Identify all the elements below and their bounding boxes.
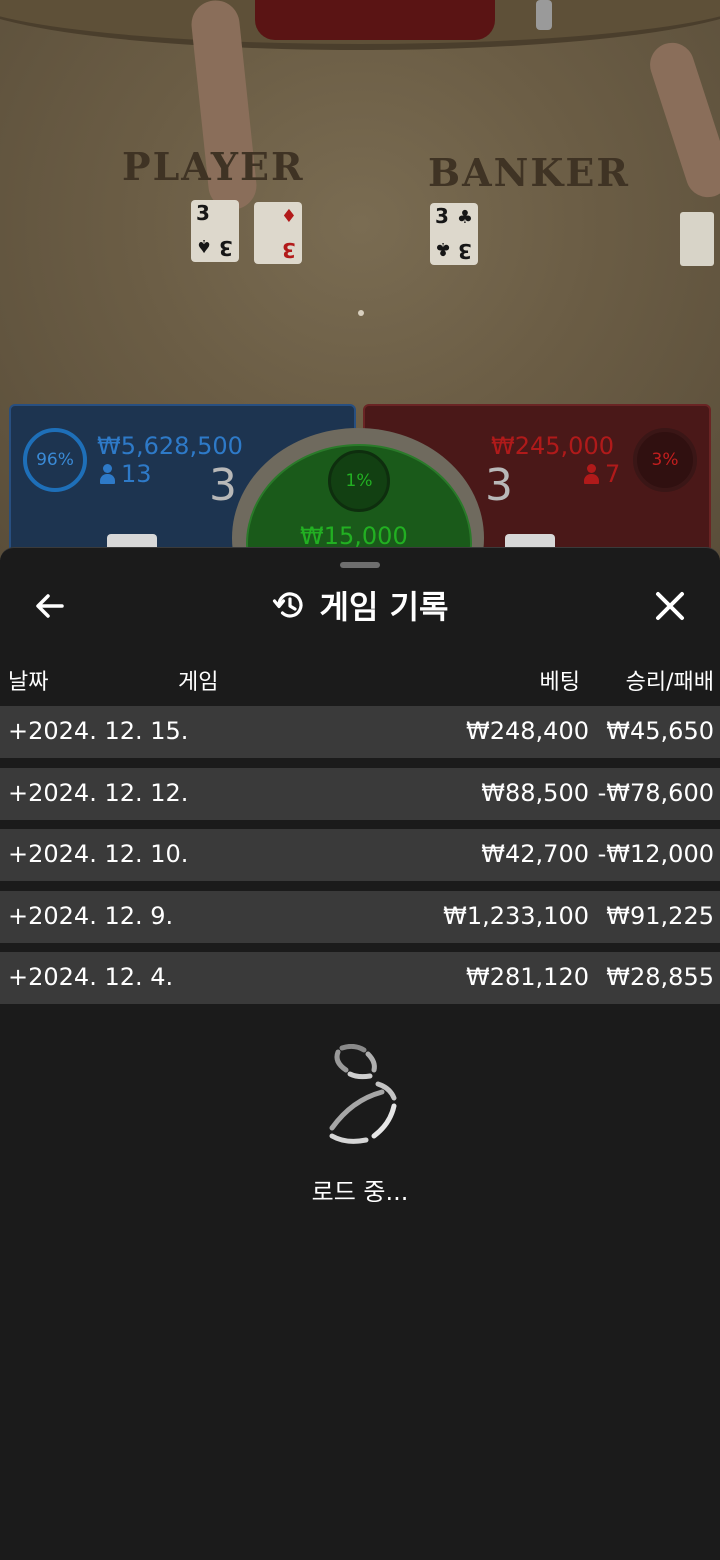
player-percent-ring: 96% xyxy=(23,428,87,492)
row-bet: ₩88,500 xyxy=(481,778,589,807)
row-date: +2024. 12. 10. xyxy=(8,840,189,868)
column-header-game: 게임 xyxy=(178,670,219,695)
row-win-loss: ₩28,855 xyxy=(606,963,714,991)
column-header-bet: 베팅 xyxy=(539,670,580,695)
banker-count-value: 7 xyxy=(605,460,621,488)
row-win-loss: ₩45,650 xyxy=(606,717,714,745)
history-list: +2024. 12. 15. ₩248,400 ₩45,650 +2024. 1… xyxy=(0,706,720,1014)
sheet-title: 게임 기록 xyxy=(319,588,449,626)
player-card-1: 3 ♠ 3 xyxy=(191,200,239,262)
sheet-header: 게임 기록 xyxy=(0,582,720,628)
row-date: +2024. 12. 9. xyxy=(8,901,174,930)
row-win-loss: -₩12,000 xyxy=(597,840,714,868)
table-marker xyxy=(358,310,364,316)
row-bet: ₩281,120 xyxy=(466,963,589,991)
history-row[interactable]: +2024. 12. 15. ₩248,400 ₩45,650 xyxy=(0,706,720,758)
row-win-loss: ₩91,225 xyxy=(606,901,714,930)
person-icon xyxy=(583,464,599,484)
banker-bet-amount: ₩245,000 xyxy=(491,432,614,460)
history-row[interactable]: +2024. 12. 9. ₩1,233,100 ₩91,225 xyxy=(0,890,720,943)
column-header-win-loss: 승리/패배 xyxy=(625,670,714,695)
close-icon xyxy=(656,592,684,620)
history-row[interactable]: +2024. 12. 10. ₩42,700 -₩12,000 xyxy=(0,829,720,881)
row-bet: ₩1,233,100 xyxy=(443,901,589,930)
dealer-torso xyxy=(255,0,495,40)
game-history-sheet: 게임 기록 날짜 게임 베팅 승리/패배 +2024. 12. 15. ₩248… xyxy=(0,547,720,1560)
tie-bet-amount: ₩15,000 xyxy=(300,522,408,550)
history-icon xyxy=(272,592,303,618)
person-icon xyxy=(99,464,115,484)
row-date: +2024. 12. 15. xyxy=(8,717,189,745)
history-row[interactable]: +2024. 12. 4. ₩281,120 ₩28,855 xyxy=(0,952,720,1004)
row-date: +2024. 12. 12. xyxy=(8,778,189,807)
loading-text: 로드 중... xyxy=(311,1178,409,1206)
card-shoe xyxy=(680,212,714,266)
banker-percent-ring: 3% xyxy=(633,428,697,492)
close-button[interactable] xyxy=(650,586,690,626)
player-count-value: 13 xyxy=(121,460,152,488)
player-table-label: PLAYER xyxy=(122,144,305,189)
player-bet-amount: ₩5,628,500 xyxy=(97,432,243,460)
row-bet: ₩42,700 xyxy=(481,840,589,868)
loading-spinner-icon xyxy=(329,1044,397,1144)
player-score: 3 xyxy=(209,460,237,511)
banker-card-1: 3 ♣ 3 ♣ xyxy=(430,203,478,265)
banker-table-label: BANKER xyxy=(428,150,630,195)
dealer-right-hand xyxy=(644,37,720,203)
row-win-loss: -₩78,600 xyxy=(597,778,714,807)
history-row[interactable]: +2024. 12. 12. ₩88,500 -₩78,600 xyxy=(0,767,720,820)
column-header-date: 날짜 xyxy=(8,670,49,695)
banker-count: 7 xyxy=(583,460,620,488)
dealer-item xyxy=(536,0,552,30)
tie-percent-ring: 1% xyxy=(328,450,390,512)
history-table-header: 날짜 게임 베팅 승리/패배 xyxy=(0,660,720,696)
row-date: +2024. 12. 4. xyxy=(8,963,174,991)
row-bet: ₩248,400 xyxy=(466,717,589,745)
player-count: 13 xyxy=(99,460,152,488)
player-card-2: ♦ 3 xyxy=(254,202,302,264)
sheet-drag-handle[interactable] xyxy=(340,562,380,568)
game-video-background: PLAYER BANKER 3 ♠ 3 ♦ 3 3 ♣ 3 ♣ 96% ₩5,6… xyxy=(0,0,720,560)
banker-score: 3 xyxy=(485,460,513,511)
